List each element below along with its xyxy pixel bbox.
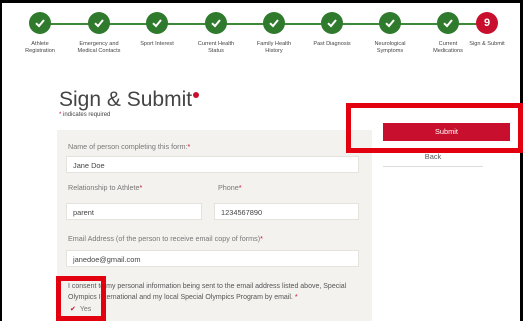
required-star: * bbox=[187, 142, 191, 151]
name-input[interactable]: Jane Doe bbox=[66, 156, 359, 173]
step-sign-and-submit[interactable]: 9 Sign & Submit bbox=[452, 12, 522, 48]
email-input[interactable]: janedoe@gmail.com bbox=[66, 250, 359, 267]
page-title: Sign & Submit bbox=[59, 88, 200, 112]
consent-text: I consent to my personal information bei… bbox=[68, 281, 368, 303]
required-dot-icon bbox=[193, 92, 200, 98]
name-label: Name of person completing this form:* bbox=[68, 142, 190, 151]
required-star: * bbox=[260, 234, 263, 243]
required-note: * indicates required bbox=[59, 112, 110, 118]
page-title-text: Sign & Submit bbox=[59, 88, 193, 111]
checkbox-highlight-box bbox=[56, 276, 106, 321]
frame-top-border bbox=[0, 0, 523, 3]
phone-label: Phone* bbox=[218, 183, 242, 192]
submit-highlight-box bbox=[346, 103, 523, 153]
check-icon bbox=[29, 12, 51, 34]
required-star: * bbox=[139, 183, 143, 192]
required-star: * bbox=[294, 294, 298, 301]
check-icon bbox=[146, 12, 168, 34]
required-note-text: indicates required bbox=[63, 112, 111, 118]
check-icon bbox=[88, 12, 110, 34]
step-label: Sign & Submit bbox=[469, 41, 505, 47]
required-star: * bbox=[59, 112, 62, 118]
check-icon bbox=[321, 12, 343, 34]
phone-label-text: Phone bbox=[218, 183, 239, 192]
consent-text-body: I consent to my personal information bei… bbox=[68, 283, 347, 301]
progress-stepper: Athlete Registration Emergency and Medic… bbox=[0, 6, 523, 56]
check-icon bbox=[263, 12, 285, 34]
check-icon bbox=[379, 12, 401, 34]
check-icon bbox=[205, 12, 227, 34]
phone-input[interactable]: 1234567890 bbox=[214, 203, 359, 220]
name-label-text: Name of person completing this form: bbox=[68, 142, 188, 151]
required-star: * bbox=[238, 183, 242, 192]
relationship-input[interactable]: parent bbox=[66, 203, 202, 220]
email-label: Email Address (of the person to receive … bbox=[68, 234, 263, 243]
email-label-text: Email Address (of the person to receive … bbox=[68, 234, 261, 243]
back-divider bbox=[383, 166, 483, 167]
relationship-label-text: Relationship to Athlete bbox=[68, 183, 140, 192]
relationship-label: Relationship to Athlete* bbox=[68, 183, 142, 192]
step-number-badge: 9 bbox=[476, 12, 498, 34]
